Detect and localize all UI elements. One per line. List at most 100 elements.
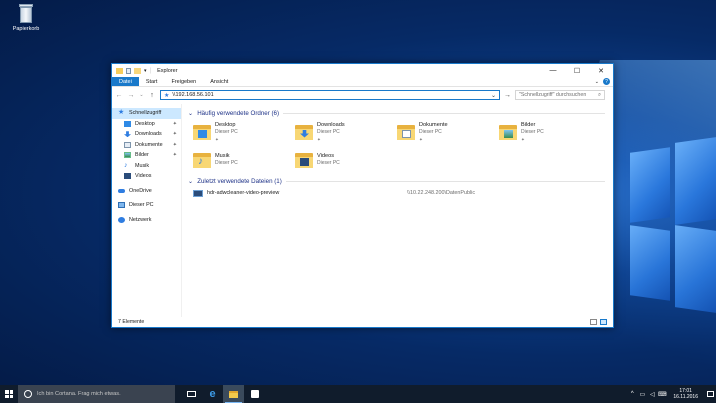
expand-ribbon-icon[interactable]: ⌄ [595,79,599,85]
pin-icon: ✦ [172,141,177,148]
sidebar-item-schnellzugriff[interactable]: ★ Schnellzugriff [112,108,181,119]
group-header-frequent[interactable]: ⌄ Häufig verwendete Ordner (6) [185,108,613,118]
clock[interactable]: 17:01 16.11.2016 [667,388,704,401]
network-icon [118,216,125,223]
sidebar-item-label: Dokumente [135,141,163,148]
folder-name: Videos [317,153,335,159]
sidebar-item-label: OneDrive [129,187,152,194]
list-item[interactable]: hdr-adwcleaner-video-preview \\10.22.248… [185,186,613,200]
desktop-folder-icon [124,120,131,127]
edge-icon: e [209,388,216,400]
folder-location: Dieser PC [317,160,340,166]
sidebar-item-label: Dieser PC [129,202,154,209]
new-folder-icon[interactable] [134,67,141,74]
details-view-icon[interactable] [590,319,597,325]
store-button[interactable] [244,385,265,403]
folder-location: Dieser PC [317,128,340,135]
large-icons-view-icon[interactable] [600,319,607,325]
sidebar-item-dieser-pc[interactable]: Dieser PC [112,200,181,211]
folder-name: Dokumente [419,121,448,128]
tab-ansicht[interactable]: Ansicht [203,77,235,86]
wallpaper-window-pane [675,137,716,225]
edge-button[interactable]: e [202,385,223,403]
folder-tile-musik[interactable]: ♪ Musik Dieser PC [193,146,295,174]
windows-logo-icon [5,390,13,398]
sidebar-item-netzwerk[interactable]: Netzwerk [112,215,181,226]
folder-tile-desktop[interactable]: Desktop Dieser PC ✦ [193,118,295,146]
sidebar-item-downloads[interactable]: Downloads ✦ [112,129,181,140]
item-count: 7 Elemente [118,319,145,325]
system-tray: ^ ▭ ◁ ⌨ 17:01 16.11.2016 [627,385,716,403]
show-hidden-icons-icon[interactable]: ^ [627,391,637,397]
wallpaper-window-pane [630,225,670,301]
folder-location: Dieser PC [419,128,442,135]
sidebar-item-bilder[interactable]: Bilder ✦ [112,150,181,161]
sidebar-item-videos[interactable]: Videos [112,171,181,182]
window-title: Explorer [157,67,178,74]
folder-tile-videos[interactable]: Videos Dieser PC [295,146,397,174]
folder-tile-dokumente[interactable]: Dokumente Dieser PC ✦ [397,118,499,146]
network-tray-icon[interactable]: ▭ [637,391,647,398]
address-dropdown-icon[interactable]: ⌄ [491,92,496,99]
pin-icon: ✦ [172,131,177,138]
properties-icon[interactable] [126,67,131,74]
tab-freigeben[interactable]: Freigeben [164,77,203,86]
taskbar: Ich bin Cortana. Frag mich etwas. e ^ ▭ … [0,385,716,403]
up-icon[interactable]: ↑ [148,92,156,99]
title-bar[interactable]: ▾ | Explorer — ☐ ✕ [112,64,613,77]
sidebar-item-musik[interactable]: ♪ Musik [112,161,181,172]
pin-icon: ✦ [521,136,525,142]
close-button[interactable]: ✕ [589,64,613,77]
folder-location: Dieser PC [215,160,238,166]
file-name: hdr-adwcleaner-video-preview [207,190,280,196]
sidebar-item-desktop[interactable]: Desktop ✦ [112,119,181,130]
back-icon[interactable]: ← [115,92,123,99]
documents-folder-icon [397,124,415,140]
folder-location: Dieser PC [521,128,544,135]
go-icon[interactable]: → [504,92,511,99]
onedrive-icon [118,188,125,193]
pin-icon: ✦ [419,136,423,142]
folder-name: Bilder [521,121,536,128]
start-button[interactable] [0,385,18,403]
folder-tile-bilder[interactable]: Bilder Dieser PC ✦ [499,118,601,146]
pin-icon: ✦ [215,136,219,142]
sidebar-item-onedrive[interactable]: OneDrive [112,186,181,197]
file-explorer-button[interactable] [223,385,244,403]
recycle-bin-icon [18,4,34,24]
cortana-search-box[interactable]: Ich bin Cortana. Frag mich etwas. [18,385,175,403]
volume-icon[interactable]: ◁ [647,391,657,398]
folder-location: Dieser PC [215,128,238,135]
video-file-icon [193,189,203,197]
minimize-button[interactable]: — [541,64,565,77]
status-bar: 7 Elemente [112,317,613,327]
desktop-icon-recycle-bin[interactable]: Papierkorb [10,4,42,32]
forward-icon[interactable]: → [127,92,135,99]
action-center-button[interactable] [704,391,716,397]
maximize-button[interactable]: ☐ [565,64,589,77]
task-view-icon [187,391,196,397]
videos-folder-icon [295,152,313,168]
folder-tile-downloads[interactable]: Downloads Dieser PC ✦ [295,118,397,146]
search-placeholder: "Schnellzugriff" durchsuchen [519,92,587,98]
task-view-button[interactable] [181,385,202,403]
pictures-folder-icon [499,124,517,140]
tab-start[interactable]: Start [139,77,165,86]
keyboard-icon[interactable]: ⌨ [657,391,667,398]
collapse-chevron-icon[interactable]: ⌄ [188,178,193,185]
help-icon[interactable]: ? [603,78,610,85]
ribbon-tabs: Datei Start Freigeben Ansicht ⌄ ? [112,77,613,87]
explorer-window: ▾ | Explorer — ☐ ✕ Datei Start Freigeben… [111,63,614,328]
group-header-recent[interactable]: ⌄ Zuletzt verwendete Dateien (1) [185,176,613,186]
customize-toolbar-icon[interactable]: ▾ [144,68,147,74]
sidebar-item-dokumente[interactable]: Dokumente ✦ [112,140,181,151]
file-explorer-icon [229,390,238,398]
folder-name: Downloads [317,121,345,128]
search-input[interactable]: "Schnellzugriff" durchsuchen ⌕ [515,90,605,100]
tab-datei[interactable]: Datei [112,77,139,86]
collapse-chevron-icon[interactable]: ⌄ [188,110,193,117]
recent-locations-icon[interactable]: ⌄ [139,92,144,98]
address-text: \\192.168.56.101 [172,92,214,98]
folder-name: Musik [215,153,230,159]
address-input[interactable]: ★ \\192.168.56.101 ⌄ [160,90,500,100]
